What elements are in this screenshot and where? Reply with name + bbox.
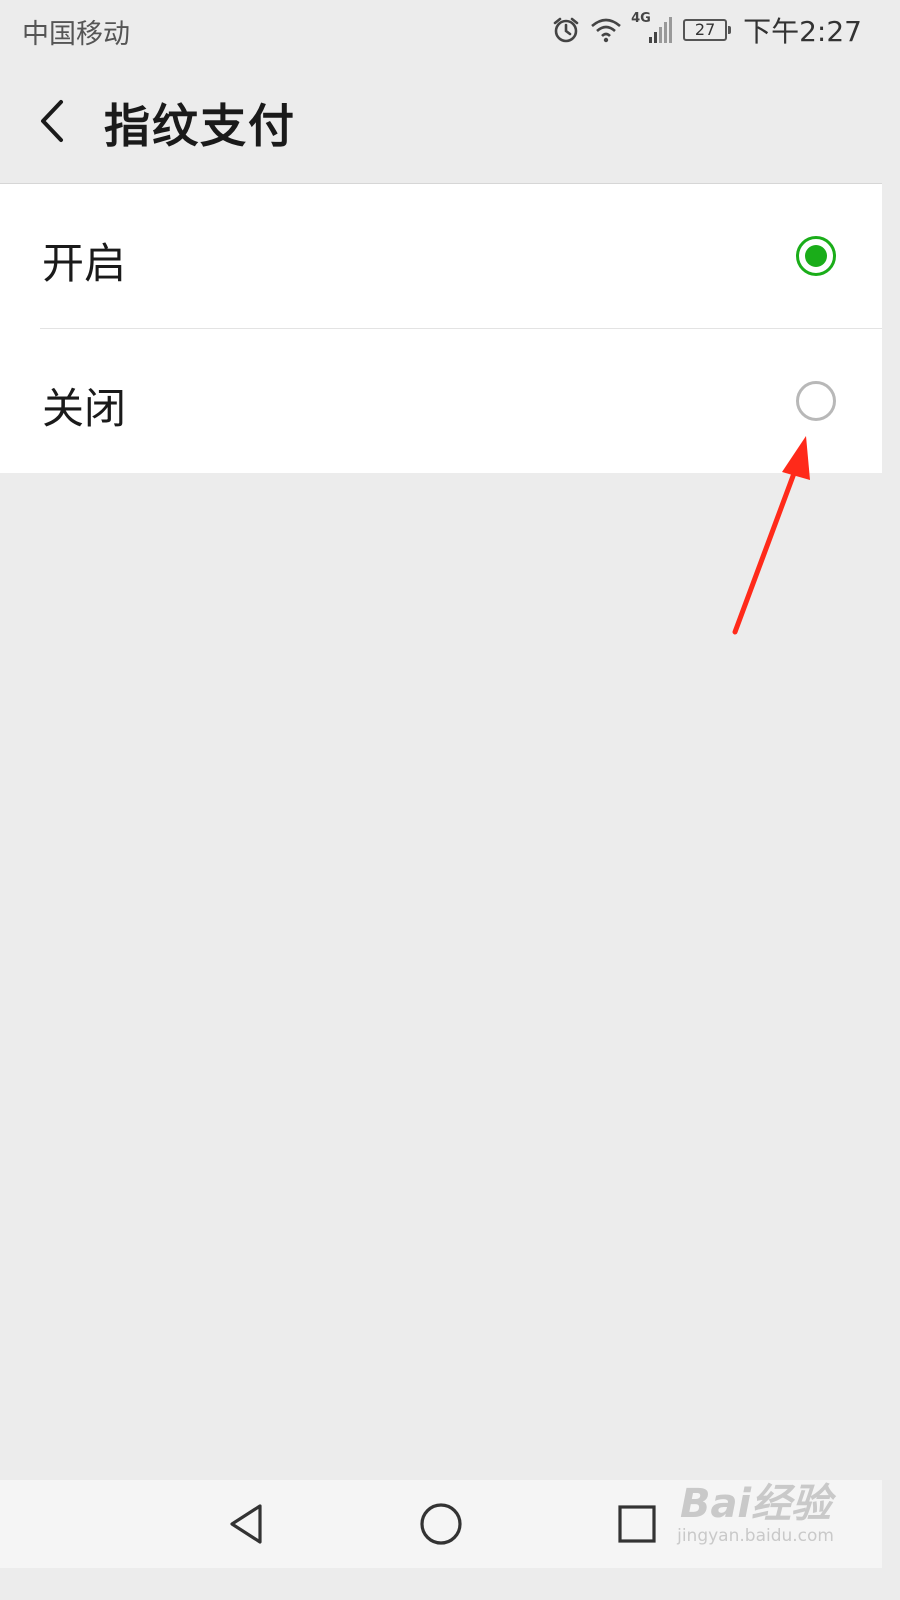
status-bar: 中国移动 4G 27 下午2:27: [0, 0, 882, 62]
back-button[interactable]: [24, 88, 80, 158]
annotation-arrow: [732, 436, 810, 635]
page-title: 指纹支付: [104, 99, 296, 153]
watermark-domain: jingyan.baidu.com: [677, 1526, 834, 1546]
option-label: 开启: [42, 239, 127, 288]
wifi-icon: [589, 16, 623, 44]
radio-enable-checked[interactable]: [796, 236, 836, 276]
alarm-icon: [551, 15, 581, 45]
baidu-jingyan-watermark: Bai经验 jingyan.baidu.com: [677, 1484, 834, 1545]
system-recents-button[interactable]: [609, 1498, 665, 1554]
status-time: 下午2:27: [743, 15, 862, 48]
recents-square-icon: [616, 1503, 658, 1549]
system-home-button[interactable]: [413, 1498, 469, 1554]
back-triangle-icon: [224, 1502, 268, 1550]
home-circle-icon: [418, 1501, 464, 1551]
status-icons: 4G 27 下午2:27: [551, 10, 862, 50]
chevron-left-icon: [37, 98, 67, 148]
option-label: 关闭: [42, 384, 127, 433]
option-enable[interactable]: 开启: [0, 184, 882, 328]
battery-icon: 27: [683, 19, 732, 41]
title-bar: 指纹支付: [0, 62, 882, 184]
system-back-button[interactable]: [218, 1498, 274, 1554]
radio-disable-unchecked[interactable]: [796, 381, 836, 421]
watermark-logo: Bai经验: [679, 1481, 832, 1527]
carrier-name: 中国移动: [22, 19, 130, 50]
signal-icon: 4G: [631, 11, 675, 45]
